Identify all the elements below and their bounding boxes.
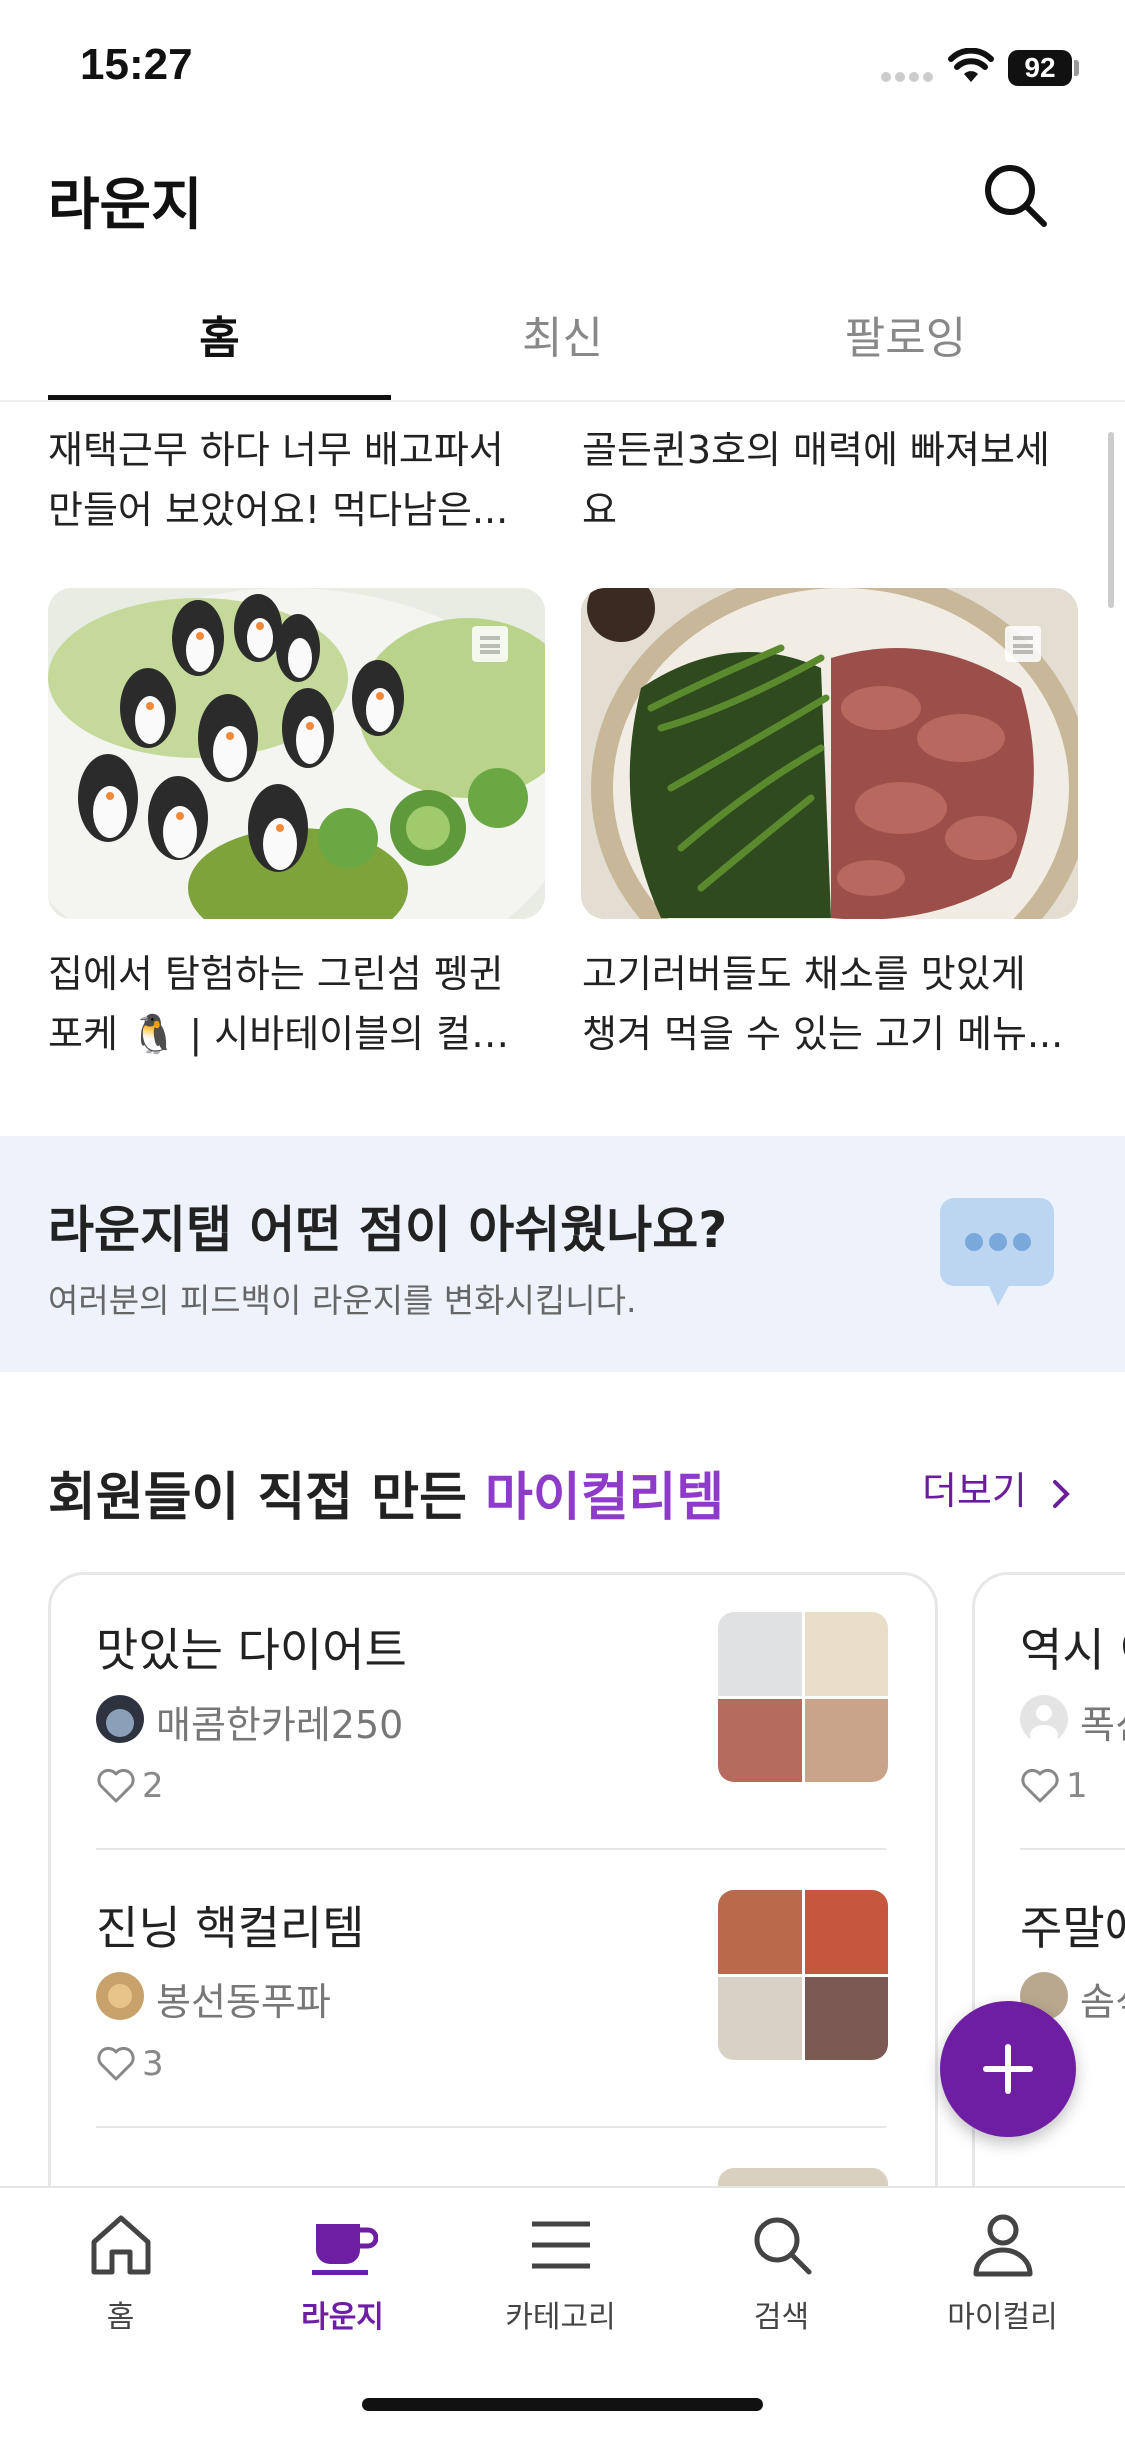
item-author[interactable]: 매콤한카레250 xyxy=(156,1694,403,1749)
tab-following[interactable]: 팔로잉 xyxy=(734,302,1077,366)
post-image[interactable] xyxy=(581,588,1078,919)
person-icon xyxy=(973,2214,1033,2277)
item-author[interactable]: 솜식 xyxy=(1080,1971,1125,2026)
heart-icon[interactable] xyxy=(96,1768,136,1804)
search-icon xyxy=(754,2217,812,2275)
penguin-poke-photo xyxy=(48,588,545,919)
page-title: 라운지 xyxy=(48,173,203,238)
avatar-image xyxy=(108,1984,132,2008)
item-author[interactable]: 폭신 xyxy=(1080,1694,1125,1749)
divider xyxy=(1020,1848,1125,1850)
scrollbar[interactable] xyxy=(1108,432,1114,608)
status-time: 15:27 xyxy=(80,40,193,89)
battery-tip xyxy=(1074,60,1079,76)
like-count: 2 xyxy=(142,1766,164,1806)
nav-label: 검색 xyxy=(753,2300,810,2335)
avatar xyxy=(96,1695,144,1743)
nav-label: 카테고리 xyxy=(505,2300,616,2335)
post-title[interactable]: 집에서 탐험하는 그린섬 펭귄 포케 🐧 | 시바테이블의 컬… xyxy=(48,944,548,1064)
avatar xyxy=(96,1972,144,2020)
avatar-image xyxy=(106,1709,134,1737)
like-count: 1 xyxy=(1066,1766,1088,1806)
nav-category[interactable]: 카테고리 xyxy=(448,2200,673,2340)
item-title[interactable]: 주말에 xyxy=(1020,1892,1125,1958)
home-indicator xyxy=(362,2398,763,2411)
greens-and-meat-photo xyxy=(581,588,1078,919)
avatar xyxy=(1020,1695,1068,1743)
nav-search[interactable]: 검색 xyxy=(669,2200,894,2340)
home-icon xyxy=(91,2215,151,2275)
chat-bubble-icon xyxy=(940,1198,1054,1306)
nav-home[interactable]: 홈 xyxy=(8,2200,233,2340)
section-title-accent: 마이컬리템 xyxy=(485,1468,725,1528)
item-title[interactable]: 진닝 핵컬리템 xyxy=(96,1892,365,1958)
like-count: 3 xyxy=(142,2044,164,2084)
wifi-icon xyxy=(948,48,994,82)
heart-icon[interactable] xyxy=(1020,1768,1060,1804)
active-tab-indicator xyxy=(48,395,391,400)
feedback-subtitle: 여러분의 피드백이 라운지를 변화시킵니다. xyxy=(48,1281,637,1320)
default-avatar-icon xyxy=(1030,1705,1058,1743)
post-title[interactable]: 재택근무 하다 너무 배고파서 만들어 보았어요! 먹다남은... xyxy=(48,420,548,540)
battery-indicator: 92 xyxy=(1008,50,1072,86)
cellular-signal-icon xyxy=(881,72,933,82)
item-title[interactable]: 맛있는 다이어트 xyxy=(96,1614,407,1680)
nav-lounge[interactable]: 라운지 xyxy=(230,2200,455,2340)
tab-latest[interactable]: 최신 xyxy=(391,302,734,366)
more-link[interactable]: 더보기 xyxy=(922,1460,1071,1515)
document-icon xyxy=(1005,626,1041,662)
post-title[interactable]: 골든퀸3호의 매력에 빠져보세 요 xyxy=(582,420,1082,540)
tab-home[interactable]: 홈 xyxy=(48,302,391,366)
section-title: 회원들이 직접 만든 마이컬리템 xyxy=(48,1468,725,1528)
nav-label: 라운지 xyxy=(301,2300,384,2335)
tabs-divider xyxy=(0,400,1125,402)
nav-label: 홈 xyxy=(106,2300,135,2335)
nav-my-kurly[interactable]: 마이컬리 xyxy=(890,2200,1115,2340)
divider xyxy=(96,1848,886,1850)
write-post-button[interactable] xyxy=(940,2001,1076,2137)
document-icon xyxy=(472,626,508,662)
chevron-right-icon xyxy=(1052,1479,1070,1508)
item-author[interactable]: 봉선동푸파 xyxy=(156,1971,331,2026)
post-image[interactable] xyxy=(48,588,545,919)
heart-icon[interactable] xyxy=(96,2046,136,2082)
divider xyxy=(96,2126,886,2128)
coffee-cup-icon xyxy=(312,2224,378,2275)
item-thumbnail[interactable] xyxy=(718,1890,888,2060)
menu-icon xyxy=(532,2221,590,2269)
item-title[interactable]: 역시 이 xyxy=(1020,1614,1125,1680)
feedback-title: 라운지탭 어떤 점이 아쉬웠나요? xyxy=(48,1201,728,1259)
post-title[interactable]: 고기러버들도 채소를 맛있게 챙겨 먹을 수 있는 고기 메뉴... xyxy=(582,944,1082,1064)
search-icon[interactable] xyxy=(980,160,1050,230)
plus-icon xyxy=(983,2044,1033,2094)
item-thumbnail[interactable] xyxy=(718,1612,888,1782)
nav-label: 마이컬리 xyxy=(947,2300,1058,2335)
